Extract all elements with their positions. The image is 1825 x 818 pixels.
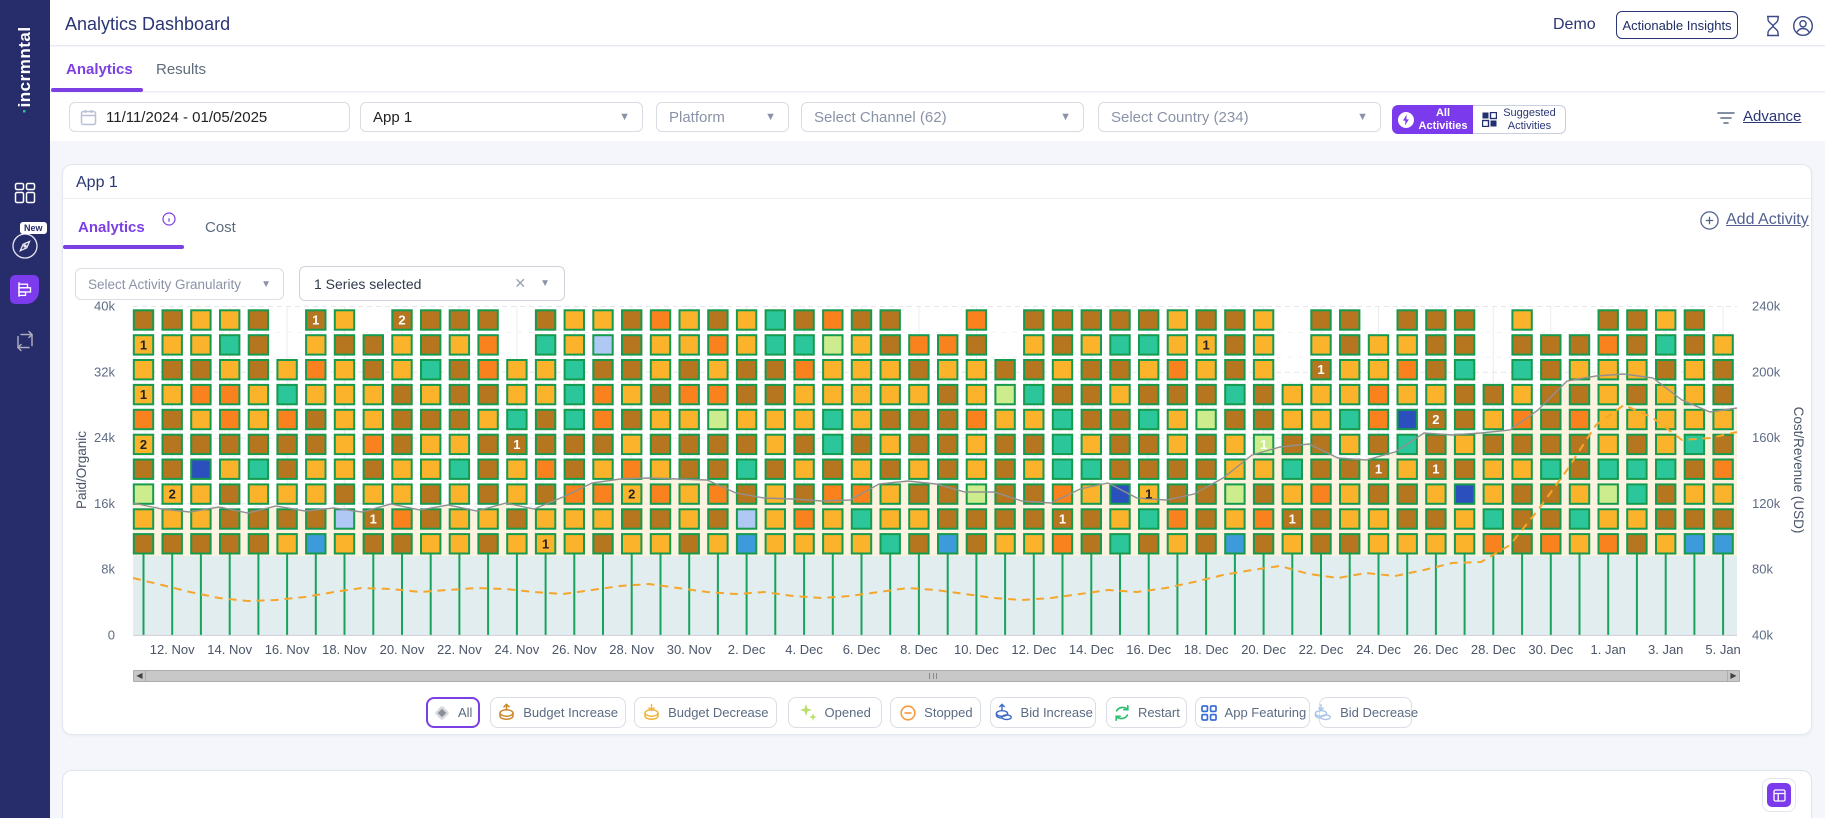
svg-text:2: 2 [1432, 412, 1439, 427]
svg-text:16k: 16k [94, 496, 115, 511]
svg-text:24. Nov: 24. Nov [494, 642, 539, 657]
svg-text:26. Nov: 26. Nov [552, 642, 597, 657]
svg-text:0: 0 [108, 627, 115, 642]
svg-text:18. Dec: 18. Dec [1184, 642, 1229, 657]
svg-text:3. Jan: 3. Jan [1648, 642, 1683, 657]
svg-text:26. Dec: 26. Dec [1413, 642, 1458, 657]
svg-text:240k: 240k [1752, 300, 1781, 314]
svg-text:Paid/Organic: Paid/Organic [74, 431, 89, 509]
svg-text:10. Dec: 10. Dec [954, 642, 999, 657]
svg-text:1: 1 [1059, 512, 1066, 527]
svg-text:28. Dec: 28. Dec [1471, 642, 1516, 657]
svg-text:8. Dec: 8. Dec [900, 642, 938, 657]
svg-text:2: 2 [628, 487, 635, 502]
svg-text:1: 1 [140, 337, 147, 352]
svg-text:24. Dec: 24. Dec [1356, 642, 1401, 657]
svg-text:20. Dec: 20. Dec [1241, 642, 1286, 657]
svg-text:16. Dec: 16. Dec [1126, 642, 1171, 657]
svg-text:30. Dec: 30. Dec [1528, 642, 1573, 657]
svg-text:28. Nov: 28. Nov [609, 642, 654, 657]
svg-text:12. Nov: 12. Nov [150, 642, 195, 657]
svg-text:1: 1 [140, 387, 147, 402]
svg-text:14. Dec: 14. Dec [1069, 642, 1114, 657]
svg-text:1: 1 [542, 536, 549, 551]
svg-text:1: 1 [1202, 337, 1209, 352]
svg-text:22. Dec: 22. Dec [1299, 642, 1344, 657]
svg-text:1: 1 [1289, 512, 1296, 527]
svg-text:1: 1 [1317, 362, 1324, 377]
svg-text:2. Dec: 2. Dec [728, 642, 766, 657]
svg-text:20. Nov: 20. Nov [380, 642, 425, 657]
svg-text:200k: 200k [1752, 364, 1781, 379]
svg-text:1: 1 [1145, 487, 1152, 502]
svg-text:18. Nov: 18. Nov [322, 642, 367, 657]
svg-text:1: 1 [513, 437, 520, 452]
svg-text:2: 2 [398, 313, 405, 328]
svg-text:1: 1 [1432, 462, 1439, 477]
svg-text:4. Dec: 4. Dec [785, 642, 823, 657]
svg-text:2: 2 [140, 437, 147, 452]
svg-text:1: 1 [312, 313, 319, 328]
svg-text:14. Nov: 14. Nov [207, 642, 252, 657]
svg-text:40k: 40k [1752, 627, 1773, 642]
svg-text:12. Dec: 12. Dec [1011, 642, 1056, 657]
svg-text:16. Nov: 16. Nov [265, 642, 310, 657]
svg-text:22. Nov: 22. Nov [437, 642, 482, 657]
svg-text:1: 1 [1260, 437, 1267, 452]
svg-text:1: 1 [370, 512, 377, 527]
svg-text:1. Jan: 1. Jan [1590, 642, 1625, 657]
svg-text:2: 2 [169, 487, 176, 502]
svg-text:1: 1 [1375, 462, 1382, 477]
svg-text:8k: 8k [101, 562, 115, 577]
svg-text:Cost/Revenue (USD): Cost/Revenue (USD) [1791, 407, 1806, 534]
svg-text:40k: 40k [94, 300, 115, 314]
svg-text:5. Jan: 5. Jan [1705, 642, 1740, 657]
svg-text:30. Nov: 30. Nov [667, 642, 712, 657]
svg-text:24k: 24k [94, 430, 115, 445]
svg-text:32k: 32k [94, 364, 115, 379]
svg-text:6. Dec: 6. Dec [843, 642, 881, 657]
svg-text:80k: 80k [1752, 562, 1773, 577]
svg-text:160k: 160k [1752, 430, 1781, 445]
svg-text:120k: 120k [1752, 496, 1781, 511]
